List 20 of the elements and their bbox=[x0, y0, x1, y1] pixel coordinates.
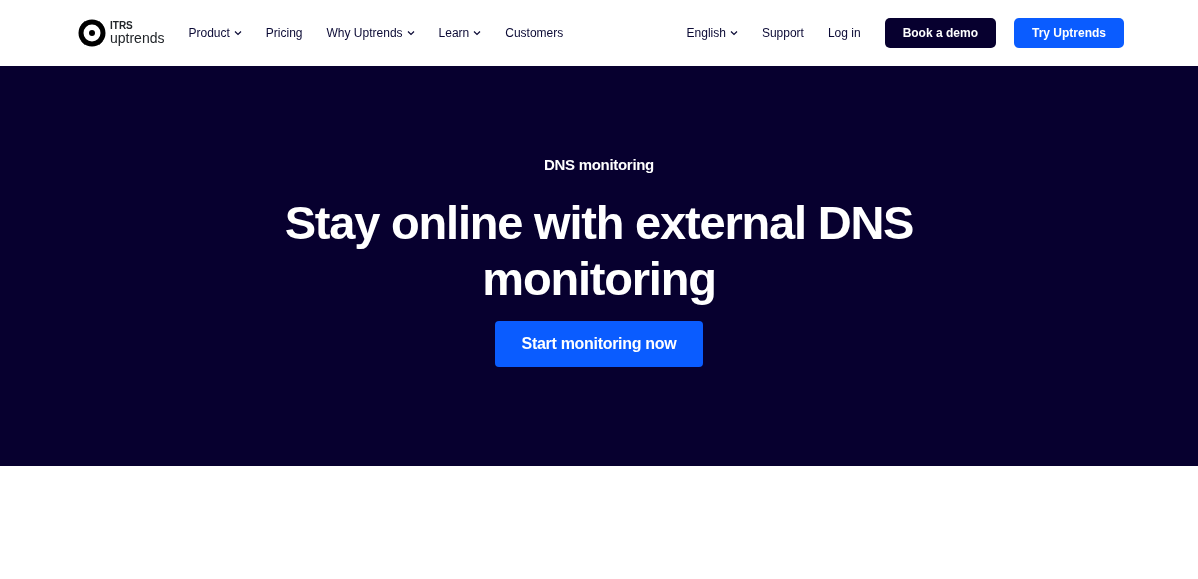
caret-icon bbox=[473, 30, 482, 36]
try-button[interactable]: Try Uptrends bbox=[1014, 18, 1124, 48]
nav-link[interactable]: Customers bbox=[505, 24, 564, 42]
caret-icon bbox=[233, 30, 242, 36]
nav-dropdown[interactable]: English bbox=[686, 24, 738, 42]
eyebrow-text: DNS monitoring bbox=[543, 155, 655, 175]
caret-icon bbox=[406, 30, 415, 36]
start-monitoring-button[interactable]: Start monitoring now bbox=[494, 320, 704, 367]
hero-title: Stay online with external DNS monitoring bbox=[283, 194, 915, 307]
logo-text: ITRS bbox=[110, 21, 134, 31]
nav-link[interactable]: Pricing bbox=[265, 24, 303, 42]
nav-dropdown[interactable]: Product bbox=[188, 24, 242, 42]
nav-link[interactable]: Log in bbox=[827, 24, 861, 42]
nav-link[interactable]: Support bbox=[761, 24, 804, 42]
nav-dropdown[interactable]: Why Uptrends bbox=[326, 24, 415, 42]
logo-icon bbox=[78, 19, 106, 47]
nav-dropdown[interactable]: Learn bbox=[438, 24, 482, 42]
logo-text: uptrends bbox=[110, 31, 165, 45]
book-demo-button[interactable]: Book a demo bbox=[884, 18, 996, 48]
caret-icon bbox=[729, 30, 738, 36]
